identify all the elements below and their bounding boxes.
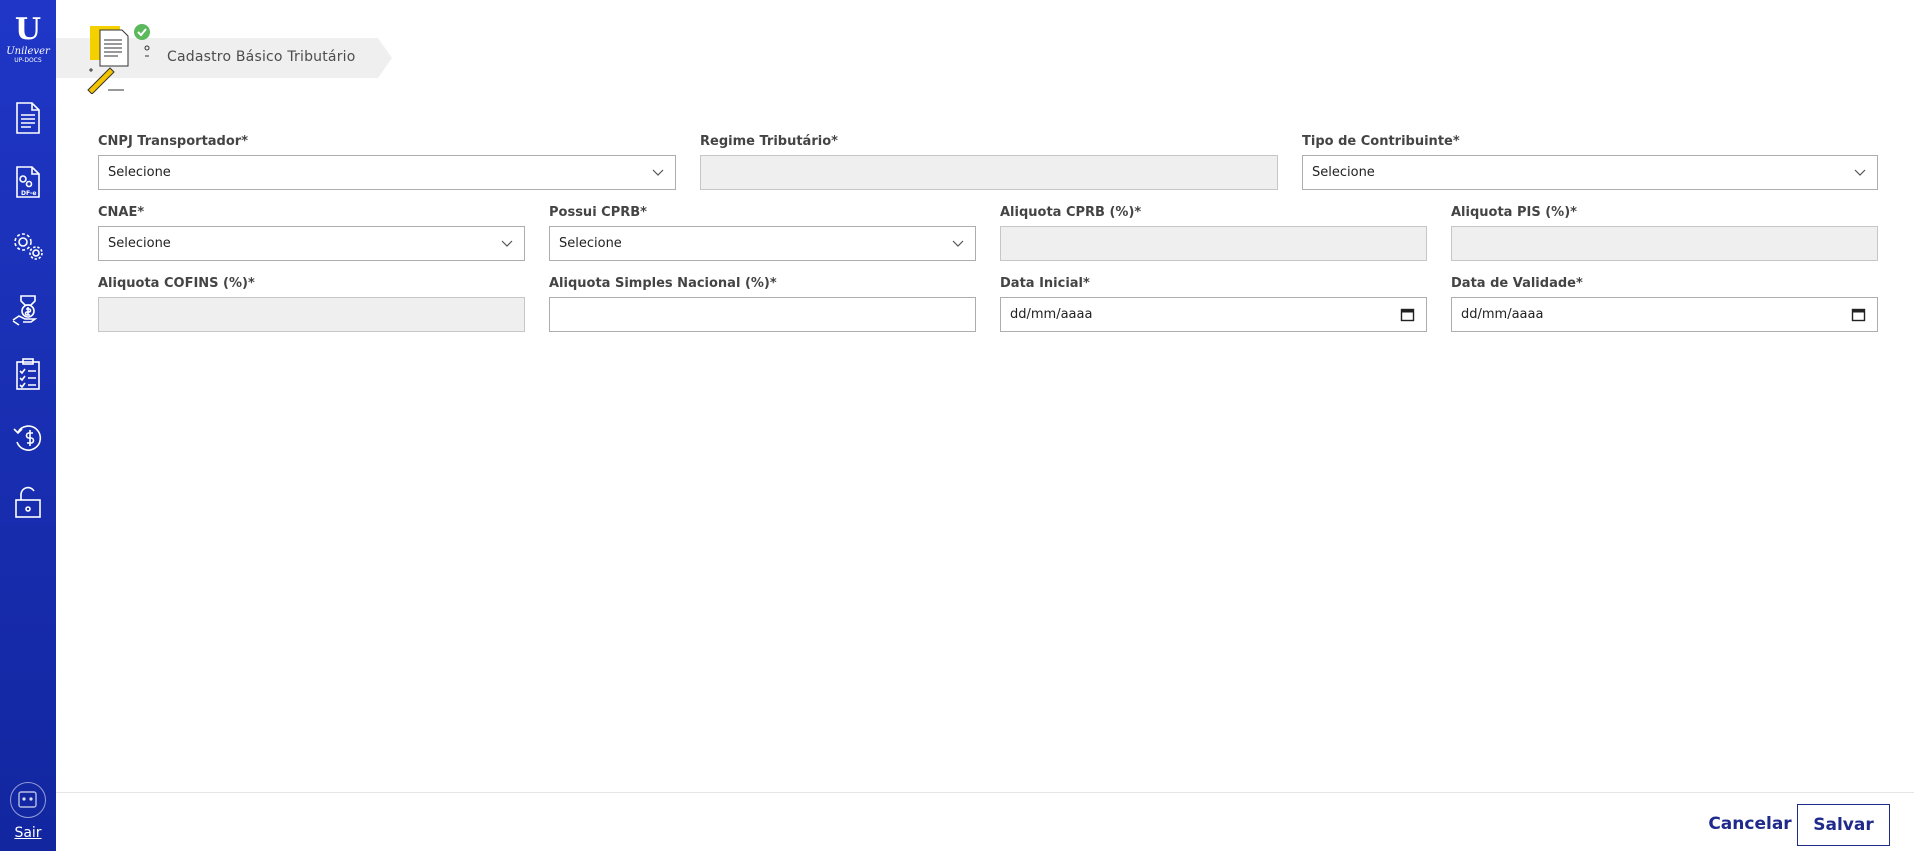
cnpj-transportador-select[interactable]: Selecione: [98, 155, 676, 190]
logo-sub: UP-DOCS: [14, 57, 42, 64]
regime-tributario-label: Regime Tributário*: [700, 134, 838, 149]
sidebar-item-financial[interactable]: [10, 292, 46, 328]
aliquota-cprb-input: [1000, 226, 1427, 261]
tipo-contribuinte-value: Selecione: [1312, 165, 1375, 180]
field-cnpj-transportador: CNPJ Transportador* Selecione: [98, 133, 676, 190]
field-aliquota-cofins: Aliquota COFINS (%)*: [98, 275, 525, 332]
aliquota-cofins-label: Aliquota COFINS (%)*: [98, 276, 255, 291]
save-button[interactable]: Salvar: [1797, 804, 1890, 846]
chevron-down-icon: [501, 240, 513, 247]
possui-cprb-value: Selecione: [559, 236, 622, 251]
field-possui-cprb: Possui CPRB* Selecione: [549, 204, 976, 261]
chevron-down-icon: [952, 240, 964, 247]
page-title: Cadastro Básico Tributário: [167, 49, 356, 65]
aliquota-simples-label: Aliquota Simples Nacional (%)*: [549, 276, 777, 291]
sidebar-item-refund[interactable]: [10, 420, 46, 456]
sidebar-item-access[interactable]: [10, 484, 46, 520]
logo-mark: U: [14, 12, 42, 47]
aliquota-pis-label: Aliquota PIS (%)*: [1451, 205, 1577, 220]
chevron-down-icon: [1854, 169, 1866, 176]
dfe-settings-document-icon: DF-e: [16, 166, 40, 198]
aliquota-pis-input: [1451, 226, 1878, 261]
sidebar-item-checklist[interactable]: [10, 356, 46, 392]
chevron-down-icon: [652, 169, 664, 176]
checklist-clipboard-icon: [16, 358, 40, 390]
possui-cprb-label: Possui CPRB*: [549, 205, 647, 220]
calendar-icon[interactable]: [1851, 307, 1866, 322]
logout-link[interactable]: Sair: [0, 825, 56, 841]
money-hand-icon: [12, 295, 38, 326]
aliquota-simples-input[interactable]: [549, 297, 976, 332]
possui-cprb-select[interactable]: Selecione: [549, 226, 976, 261]
data-inicial-input[interactable]: dd/mm/aaaa: [1000, 297, 1427, 332]
regime-tributario-input: [700, 155, 1278, 190]
unilever-logo[interactable]: U Unilever UP-DOCS: [4, 14, 52, 74]
refund-dollar-icon: [13, 425, 42, 451]
robot-face-icon: [18, 791, 37, 808]
cnae-label: CNAE*: [98, 205, 145, 220]
cnae-select[interactable]: Selecione: [98, 226, 525, 261]
aliquota-cofins-input: [98, 297, 525, 332]
gears-icon: [14, 233, 43, 260]
field-aliquota-cprb: Aliquota CPRB (%)*: [1000, 204, 1427, 261]
footer-divider: [56, 792, 1914, 793]
unlock-icon: [15, 486, 41, 518]
data-inicial-label: Data Inicial*: [1000, 276, 1090, 291]
field-cnae: CNAE* Selecione: [98, 204, 525, 261]
sidebar-item-dfe[interactable]: DF-e: [10, 164, 46, 200]
field-data-validade: Data de Validade* dd/mm/aaaa: [1451, 275, 1878, 332]
cnpj-transportador-label: CNPJ Transportador*: [98, 134, 249, 149]
data-validade-placeholder: dd/mm/aaaa: [1461, 307, 1544, 322]
calendar-icon[interactable]: [1400, 307, 1415, 322]
cnpj-transportador-value: Selecione: [108, 165, 171, 180]
tipo-contribuinte-select[interactable]: Selecione: [1302, 155, 1878, 190]
field-aliquota-pis: Aliquota PIS (%)*: [1451, 204, 1878, 261]
svg-text:DF-e: DF-e: [21, 190, 36, 197]
field-regime-tributario: Regime Tributário*: [700, 133, 1278, 190]
sidebar: U Unilever UP-DOCS DF-e Sair: [0, 0, 56, 851]
cancel-button[interactable]: Cancelar: [1690, 804, 1810, 844]
cnae-value: Selecione: [108, 236, 171, 251]
aliquota-cprb-label: Aliquota CPRB (%)*: [1000, 205, 1142, 220]
field-tipo-contribuinte: Tipo de Contribuinte* Selecione: [1302, 133, 1878, 190]
sidebar-item-settings[interactable]: [10, 228, 46, 264]
document-icon: [16, 102, 40, 134]
data-validade-label: Data de Validade*: [1451, 276, 1583, 291]
user-avatar[interactable]: [10, 782, 46, 818]
field-aliquota-simples: Aliquota Simples Nacional (%)*: [549, 275, 976, 332]
data-inicial-placeholder: dd/mm/aaaa: [1010, 307, 1093, 322]
tax-register-document-icon: [82, 20, 156, 95]
data-validade-input[interactable]: dd/mm/aaaa: [1451, 297, 1878, 332]
field-data-inicial: Data Inicial* dd/mm/aaaa: [1000, 275, 1427, 332]
logo-word: Unilever: [6, 46, 50, 57]
sidebar-item-documents[interactable]: [10, 100, 46, 136]
tipo-contribuinte-label: Tipo de Contribuinte*: [1302, 134, 1460, 149]
